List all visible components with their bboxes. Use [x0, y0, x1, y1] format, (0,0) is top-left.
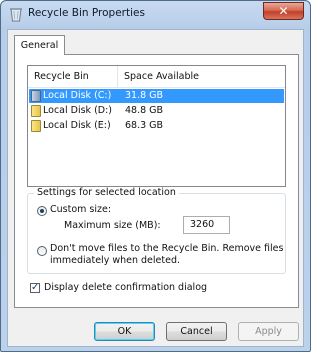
dont-move-radio[interactable]	[37, 246, 47, 256]
confirm-checkbox-label[interactable]: Display delete confirmation dialog	[44, 282, 207, 293]
location-list[interactable]: Recycle Bin Location Space Available Loc…	[27, 65, 286, 187]
drive-icon	[31, 120, 41, 132]
max-size-label: Maximum size (MB):	[64, 220, 161, 231]
column-header-space[interactable]: Space Available	[118, 66, 278, 87]
tab-panel-general: Recycle Bin Location Space Available Loc…	[14, 54, 299, 308]
dialog-body: General Recycle Bin Location Space Avail…	[7, 29, 304, 347]
space-available: 68.3 GB	[125, 120, 164, 131]
tab-general[interactable]: General	[14, 35, 65, 55]
list-item[interactable]: Local Disk (D:) 48.8 GB	[29, 104, 284, 118]
properties-window: Recycle Bin Properties ✕ General Recycle…	[0, 0, 311, 352]
settings-group-label: Settings for selected location	[34, 187, 179, 198]
location-name: Local Disk (C:)	[43, 90, 112, 101]
list-header: Recycle Bin Location Space Available	[28, 66, 285, 103]
list-item[interactable]: Local Disk (C:) 31.8 GB	[29, 89, 284, 103]
recycle-bin-icon	[10, 8, 22, 22]
custom-size-label[interactable]: Custom size:	[50, 204, 111, 215]
confirm-checkbox[interactable]: ✓	[30, 283, 40, 293]
title-bar[interactable]: Recycle Bin Properties ✕	[1, 1, 310, 27]
dont-move-label-line1[interactable]: Don't move files to the Recycle Bin. Rem…	[50, 243, 283, 254]
list-item[interactable]: Local Disk (E:) 68.3 GB	[29, 119, 284, 133]
ok-button[interactable]: OK	[94, 322, 155, 341]
settings-group: Settings for selected location Custom si…	[27, 187, 286, 274]
apply-button[interactable]: Apply	[238, 322, 299, 341]
column-header-location[interactable]: Recycle Bin Location	[28, 66, 118, 103]
close-icon: ✕	[278, 4, 289, 18]
custom-size-radio[interactable]	[37, 206, 47, 216]
max-size-input[interactable]: 3260	[183, 216, 230, 234]
location-name: Local Disk (D:)	[43, 105, 112, 116]
window-title: Recycle Bin Properties	[28, 7, 145, 19]
drive-icon	[31, 90, 41, 102]
space-available: 31.8 GB	[125, 90, 164, 101]
space-available: 48.8 GB	[125, 105, 164, 116]
dont-move-label-line2[interactable]: immediately when deleted.	[50, 255, 180, 266]
location-name: Local Disk (E:)	[43, 120, 111, 131]
drive-icon	[31, 105, 41, 117]
cancel-button[interactable]: Cancel	[166, 322, 227, 341]
close-button[interactable]: ✕	[263, 2, 304, 20]
